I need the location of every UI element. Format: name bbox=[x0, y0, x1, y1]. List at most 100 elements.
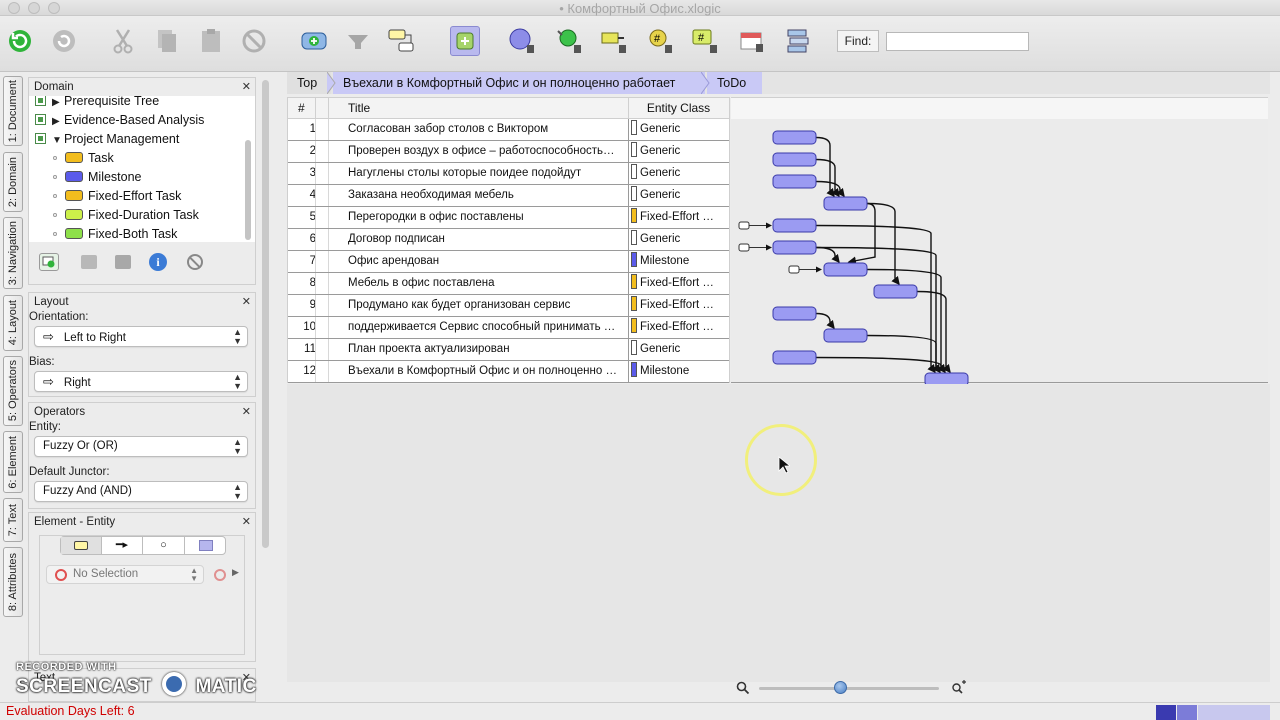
diagram-canvas[interactable] bbox=[731, 98, 1268, 384]
layout-icon[interactable] bbox=[387, 26, 417, 56]
entity-operator-select[interactable]: Fuzzy Or (OR) ▲ ▼ bbox=[34, 436, 248, 457]
dependency-edge[interactable] bbox=[847, 202, 876, 265]
row-title[interactable]: Проверен воздух в офисе – работоспособно… bbox=[348, 141, 626, 162]
remove-domain-icon[interactable] bbox=[187, 254, 203, 270]
add-entity-icon[interactable] bbox=[299, 26, 329, 56]
zoom-in-icon[interactable] bbox=[951, 680, 967, 695]
row-marker-cell[interactable] bbox=[315, 317, 329, 338]
edge-type-button[interactable]: ━▸ bbox=[102, 537, 143, 554]
row-title[interactable]: Въехали в Комфортный Офис и он полноценн… bbox=[348, 361, 626, 382]
find-input[interactable] bbox=[886, 32, 1029, 51]
dependency-edge[interactable] bbox=[815, 158, 840, 198]
table-row[interactable]: 7 Офис арендован Milestone bbox=[288, 251, 729, 273]
orientation-select[interactable]: ⇨ Left to Right ▲ ▼ bbox=[34, 326, 248, 347]
breadcrumb-parent[interactable]: Въехали в Комфортный Офис и он полноценн… bbox=[333, 72, 705, 94]
entity-type-button[interactable] bbox=[61, 537, 102, 554]
tree-item-milestone[interactable]: Milestone bbox=[53, 168, 142, 187]
table-row[interactable]: 1 Согласован забор столов с Виктором Gener… bbox=[288, 119, 729, 141]
sphere-icon[interactable] bbox=[507, 26, 537, 56]
junctor-type-button[interactable]: ○ bbox=[143, 537, 185, 554]
row-marker-cell[interactable] bbox=[315, 295, 329, 316]
close-icon[interactable]: ✕ bbox=[242, 403, 251, 421]
row-entity-class[interactable]: Milestone bbox=[628, 251, 728, 272]
tree-item-project-management[interactable]: ▼ Project Management bbox=[35, 130, 179, 149]
checkbox-icon[interactable] bbox=[35, 133, 46, 144]
tree-item-fixed-duration-task[interactable]: Fixed-Duration Task bbox=[53, 206, 199, 225]
play-arrow-icon[interactable]: ▶ bbox=[232, 567, 239, 578]
row-marker-cell[interactable] bbox=[315, 361, 329, 382]
row-title[interactable]: Нагуглены столы которые поидее подойдут bbox=[348, 163, 626, 184]
refresh-green-icon[interactable] bbox=[5, 26, 35, 56]
hash-green-icon[interactable]: # bbox=[690, 26, 720, 56]
tree-item-task[interactable]: Task bbox=[53, 149, 114, 168]
arrow-node-icon[interactable] bbox=[599, 26, 629, 56]
table-row[interactable]: 3 Нагуглены столы которые поидее подойдут… bbox=[288, 163, 729, 185]
zoom-slider-thumb[interactable] bbox=[834, 681, 847, 694]
breadcrumb-current[interactable]: ToDo bbox=[707, 72, 762, 94]
row-entity-class[interactable]: Fixed-Effort … bbox=[628, 295, 728, 316]
paste-icon[interactable] bbox=[196, 26, 226, 56]
table-row[interactable]: 6 Договор подписан Generic bbox=[288, 229, 729, 251]
dependency-edge[interactable] bbox=[815, 136, 835, 198]
row-entity-class[interactable]: Fixed-Effort … bbox=[628, 317, 728, 338]
table-row[interactable]: 9 Продумано как будет организован сервис F… bbox=[288, 295, 729, 317]
zoom-out-icon[interactable] bbox=[736, 681, 750, 695]
dependency-edge[interactable] bbox=[815, 246, 840, 264]
row-marker-cell[interactable] bbox=[315, 251, 329, 272]
diagram-node-3[interactable] bbox=[772, 174, 817, 189]
dependency-edge[interactable] bbox=[916, 290, 951, 374]
duplicate-domain-icon[interactable] bbox=[115, 255, 131, 269]
junctor-stub[interactable] bbox=[738, 221, 750, 230]
tab-navigation[interactable]: 3: Navigation bbox=[3, 217, 23, 289]
row-entity-class[interactable]: Generic bbox=[628, 163, 728, 184]
row-entity-class[interactable]: Generic bbox=[628, 185, 728, 206]
group-type-button[interactable] bbox=[185, 537, 226, 554]
tab-layout[interactable]: 4: Layout bbox=[3, 295, 23, 351]
collapse-arrow-icon[interactable]: ▼ bbox=[52, 131, 64, 150]
checkbox-icon[interactable] bbox=[35, 114, 46, 125]
tree-scrollbar[interactable] bbox=[245, 140, 251, 240]
row-title[interactable]: поддерживается Сервис способный принимат… bbox=[348, 317, 626, 338]
table-row[interactable]: 4 Заказана необходимая мебель Generic bbox=[288, 185, 729, 207]
diagram-node-1[interactable] bbox=[772, 130, 817, 145]
row-entity-class[interactable]: Milestone bbox=[628, 361, 728, 382]
diagram-node-10[interactable] bbox=[823, 328, 868, 343]
diagram-node-6[interactable] bbox=[772, 240, 817, 255]
diagram-node-4[interactable] bbox=[823, 196, 868, 211]
dependency-edge[interactable] bbox=[815, 356, 946, 374]
copy-icon[interactable] bbox=[152, 26, 182, 56]
add-square-icon[interactable] bbox=[450, 26, 480, 56]
row-title[interactable]: Согласован забор столов с Виктором bbox=[348, 119, 626, 140]
node-green-icon[interactable] bbox=[554, 26, 584, 56]
close-icon[interactable]: ✕ bbox=[242, 78, 251, 96]
breadcrumb-top[interactable]: Top bbox=[287, 72, 331, 94]
zoom-slider-track[interactable] bbox=[759, 687, 939, 690]
row-title[interactable]: Офис арендован bbox=[348, 251, 626, 272]
side-panel-scrollbar[interactable] bbox=[262, 80, 269, 548]
row-marker-cell[interactable] bbox=[315, 163, 329, 184]
diagram-node-11[interactable] bbox=[772, 350, 817, 365]
tab-text[interactable]: 7: Text bbox=[3, 498, 23, 542]
column-header-entity-class[interactable]: Entity Class bbox=[628, 98, 728, 119]
bias-select[interactable]: ⇨ Right ▲ ▼ bbox=[34, 371, 248, 392]
stack-icon[interactable] bbox=[783, 26, 813, 56]
row-title[interactable]: Мебель в офис поставлена bbox=[348, 273, 626, 294]
table-row[interactable]: 12 Въехали в Комфортный Офис и он полноце… bbox=[288, 361, 729, 383]
close-icon[interactable]: ✕ bbox=[242, 513, 251, 531]
tab-domain[interactable]: 2: Domain bbox=[3, 152, 23, 212]
tab-element[interactable]: 6: Element bbox=[3, 431, 23, 493]
calendar-icon[interactable] bbox=[737, 26, 767, 56]
row-title[interactable]: Продумано как будет организован сервис bbox=[348, 295, 626, 316]
row-entity-class[interactable]: Generic bbox=[628, 119, 728, 140]
info-icon[interactable]: i bbox=[149, 253, 167, 271]
row-marker-cell[interactable] bbox=[315, 273, 329, 294]
diagram-node-9[interactable] bbox=[772, 306, 817, 321]
diagram-node-7[interactable] bbox=[823, 262, 868, 277]
dependency-edge[interactable] bbox=[866, 334, 941, 374]
junctor-stub[interactable] bbox=[788, 265, 800, 274]
row-marker-cell[interactable] bbox=[315, 119, 329, 140]
column-header-number[interactable]: # bbox=[298, 98, 305, 119]
tree-item-fixed-both-task[interactable]: Fixed-Both Task bbox=[53, 225, 177, 242]
tree-item-prerequisite-tree[interactable]: ▶ Prerequisite Tree bbox=[35, 96, 159, 111]
table-row[interactable]: 2 Проверен воздух в офисе – работоспособн… bbox=[288, 141, 729, 163]
